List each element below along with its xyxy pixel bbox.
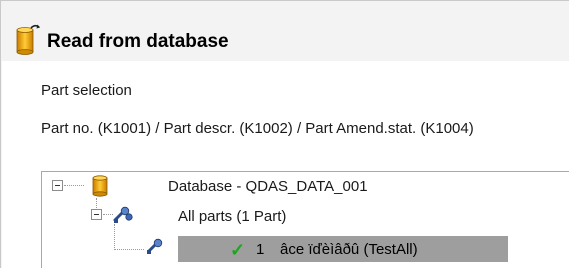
checkmark-icon: ✓ <box>230 240 246 260</box>
tree-node-database[interactable]: Database - QDAS_DATA_001 <box>168 178 368 195</box>
tree-node-all-parts[interactable]: All parts (1 Part) <box>178 208 286 225</box>
part-selection-label: Part selection <box>41 82 132 99</box>
panel-header: Read from database <box>15 23 555 57</box>
database-icon <box>92 175 108 197</box>
part-selection-keys: Part no. (K1001) / Part descr. (K1002) /… <box>41 120 474 137</box>
part-name: âce ïďèìâðû (TestAll) <box>280 241 418 258</box>
tree-connector <box>64 185 84 186</box>
part-icon <box>147 238 163 254</box>
tree-connector <box>114 224 115 250</box>
expand-collapse-database-toggle[interactable] <box>52 180 63 191</box>
read-from-database-panel: Read from database Part selection Part n… <box>0 0 569 268</box>
database-tree[interactable]: Database - QDAS_DATA_001 All parts (1 Pa… <box>41 171 569 268</box>
database-arrow-icon <box>16 24 40 55</box>
tree-connector <box>114 249 144 250</box>
tree-node-part-selected[interactable]: ✓ 1 âce ïďèìâðû (TestAll) <box>178 236 508 262</box>
expand-collapse-all-parts-toggle[interactable] <box>91 209 102 220</box>
part-number: 1 <box>256 241 265 258</box>
panel-title: Read from database <box>47 31 229 52</box>
parts-icon <box>113 206 133 223</box>
